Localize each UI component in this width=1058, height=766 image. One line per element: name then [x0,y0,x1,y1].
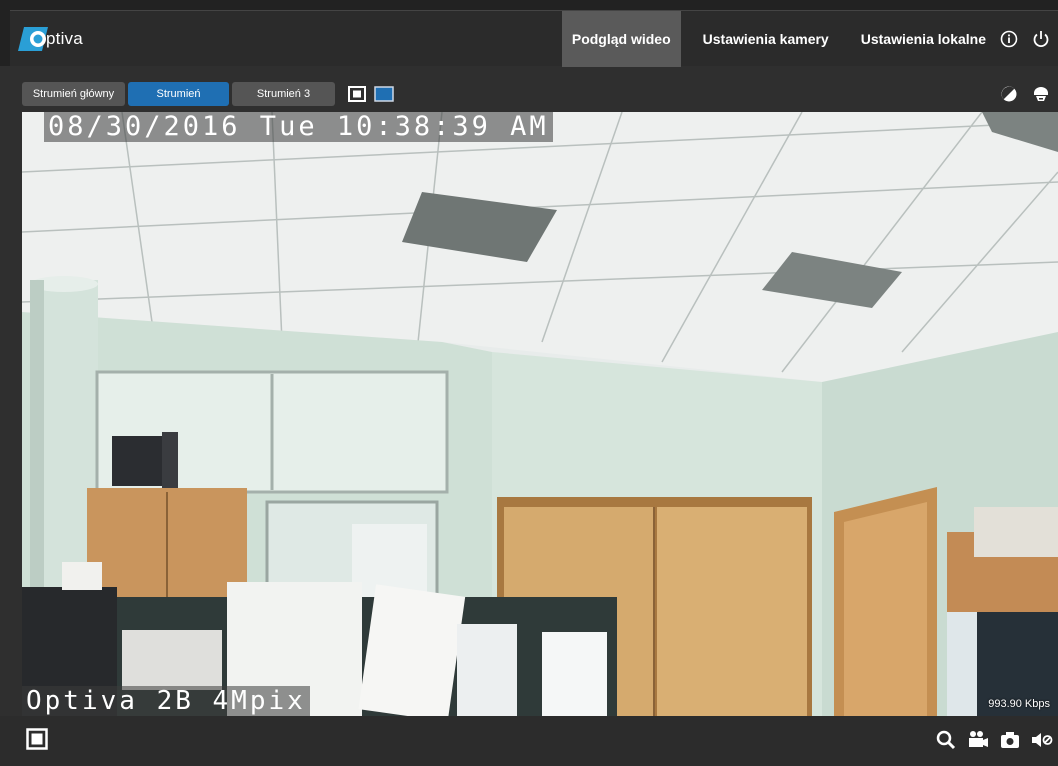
mute-icon[interactable] [1030,728,1054,752]
bottom-control-bar [0,716,1058,766]
bitrate-readout: 993.90 Kbps [988,698,1050,710]
stream-toolbar: Strumień główny Strumień Strumień 3 [22,82,394,106]
osd-timestamp: 08/30/2016 Tue 10:38:39 AM [44,112,553,142]
info-icon[interactable] [998,28,1020,50]
snapshot-icon[interactable] [998,728,1022,752]
nav-local-settings[interactable]: Ustawienia lokalne [851,11,996,67]
bottom-icons [926,728,1054,752]
single-view-icon[interactable] [348,86,368,102]
video-tools [988,83,1052,105]
fullscreen-icon[interactable] [26,728,48,750]
contrast-icon[interactable] [998,83,1020,105]
nav-video-preview[interactable]: Podgląd wideo [561,11,681,67]
tab-stream-3[interactable]: Strumień 3 [232,82,335,106]
record-icon[interactable] [966,728,990,752]
fit-view-icon[interactable] [374,86,394,102]
logo-text: ptiva [46,29,83,48]
main-nav: Podgląd wideo Ustawienia kamery Ustawien… [550,11,996,67]
zoom-icon[interactable] [934,728,958,752]
optiva-logo: ptiva [18,23,83,55]
tab-substream[interactable]: Strumień [128,82,229,106]
nav-camera-settings[interactable]: Ustawienia kamery [693,11,839,67]
camera-scene-image [22,112,1058,716]
power-icon[interactable] [1030,28,1052,50]
top-icons [988,11,1052,67]
top-navigation-bar: ptiva Podgląd wideo Ustawienia kamery Us… [0,0,1058,67]
camera-live-view-page: ptiva Podgląd wideo Ustawienia kamery Us… [0,0,1058,766]
osd-camera-name: Optiva 2B 4Mpix [22,686,310,716]
tab-main-stream[interactable]: Strumień główny [22,82,125,106]
top-navigation-inner: ptiva Podgląd wideo Ustawienia kamery Us… [10,10,1058,67]
ptz-icon[interactable] [1030,83,1052,105]
live-video-view[interactable]: 08/30/2016 Tue 10:38:39 AM Optiva 2B 4Mp… [22,112,1058,716]
